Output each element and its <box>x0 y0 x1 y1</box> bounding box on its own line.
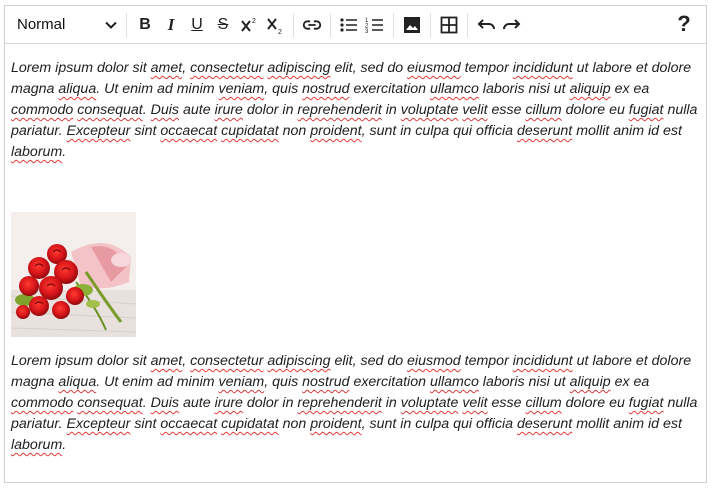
misspelled-word[interactable]: consectetur <box>190 60 263 76</box>
editor-content[interactable]: Lorem ipsum dolor sit amet, consectetur … <box>5 44 706 456</box>
misspelled-word[interactable]: cupidatat <box>221 416 279 432</box>
misspelled-word[interactable]: amet <box>151 60 183 76</box>
embedded-image[interactable] <box>10 212 137 337</box>
misspelled-word[interactable]: commodo <box>11 395 73 411</box>
redo-icon <box>503 18 521 29</box>
misspelled-word[interactable]: adipiscing <box>267 60 330 76</box>
misspelled-word[interactable]: cillum <box>525 102 561 118</box>
misspelled-word[interactable]: aliquip <box>570 374 611 390</box>
insert-table-button[interactable] <box>436 11 462 39</box>
subscript-button[interactable]: 2 <box>262 11 288 39</box>
misspelled-word[interactable]: ullamco <box>430 81 479 97</box>
strikethrough-icon: S <box>217 15 229 33</box>
format-select-value: Normal <box>17 16 66 33</box>
underline-icon: U <box>191 15 203 33</box>
misspelled-word[interactable]: fugiat <box>629 102 664 118</box>
table-icon <box>440 16 458 33</box>
paragraph-format-select[interactable]: Normal <box>17 10 121 40</box>
bullet-list-icon <box>340 17 357 32</box>
misspelled-word[interactable]: commodo <box>11 102 73 118</box>
misspelled-word[interactable]: aliqua <box>58 374 96 390</box>
misspelled-word[interactable]: Duis <box>151 102 179 118</box>
toolbar-divider <box>393 12 394 37</box>
bullet-list-button[interactable] <box>336 11 362 39</box>
misspelled-word[interactable]: irure <box>215 102 243 118</box>
misspelled-word[interactable]: veniam <box>219 81 265 97</box>
numbered-list-button[interactable]: 123 <box>362 11 388 39</box>
paragraph-1: Lorem ipsum dolor sit amet, consectetur … <box>11 60 698 160</box>
misspelled-word[interactable]: occaecat <box>160 416 217 432</box>
misspelled-word[interactable]: Excepteur <box>66 416 130 432</box>
misspelled-word[interactable]: incididunt <box>513 60 573 76</box>
misspelled-word[interactable]: voluptate <box>401 395 459 411</box>
misspelled-word[interactable]: consequat <box>77 102 142 118</box>
misspelled-word[interactable]: cillum <box>525 395 561 411</box>
misspelled-word[interactable]: Excepteur <box>66 123 130 139</box>
misspelled-word[interactable]: fugiat <box>629 395 664 411</box>
misspelled-word[interactable]: eiusmod <box>407 60 461 76</box>
toolbar-divider <box>467 12 468 37</box>
toolbar-divider <box>126 12 127 37</box>
misspelled-word[interactable]: veniam <box>219 374 265 390</box>
help-button[interactable]: ? <box>674 10 694 38</box>
misspelled-word[interactable]: occaecat <box>160 123 217 139</box>
misspelled-word[interactable]: laborum <box>11 437 62 453</box>
misspelled-word[interactable]: proident <box>310 416 361 432</box>
misspelled-word[interactable]: aliqua <box>58 81 96 97</box>
misspelled-word[interactable]: deserunt <box>517 416 572 432</box>
undo-icon <box>477 18 495 29</box>
bold-button[interactable]: B <box>132 11 158 39</box>
editor-toolbar: Normal B I U S 2 2 123 ? <box>5 6 706 44</box>
misspelled-word[interactable]: reprehenderit <box>297 102 381 118</box>
strikethrough-button[interactable]: S <box>210 11 236 39</box>
link-icon <box>302 19 322 30</box>
misspelled-word[interactable]: voluptate <box>401 102 459 118</box>
misspelled-word[interactable]: consequat <box>77 395 142 411</box>
misspelled-word[interactable]: deserunt <box>517 123 572 139</box>
subscript-icon: 2 <box>267 17 282 35</box>
paragraph-2: Lorem ipsum dolor sit amet, consectetur … <box>11 353 698 453</box>
superscript-button[interactable]: 2 <box>236 11 262 39</box>
italic-icon: I <box>167 14 175 34</box>
misspelled-word[interactable]: laborum <box>11 144 62 160</box>
svg-text:2: 2 <box>278 29 282 35</box>
rich-text-editor: Normal B I U S 2 2 123 ? Lorem ipsum dol… <box>4 5 707 483</box>
image-icon <box>404 16 420 33</box>
misspelled-word[interactable]: aliquip <box>570 81 611 97</box>
toolbar-divider <box>330 12 331 37</box>
numbered-list-icon: 123 <box>365 18 383 35</box>
misspelled-word[interactable]: adipiscing <box>267 353 330 369</box>
misspelled-word[interactable]: eiusmod <box>407 353 461 369</box>
misspelled-word[interactable]: reprehenderit <box>297 395 381 411</box>
misspelled-word[interactable]: velit <box>462 102 487 118</box>
underline-button[interactable]: U <box>184 11 210 39</box>
misspelled-word[interactable]: Duis <box>151 395 179 411</box>
misspelled-word[interactable]: amet <box>151 353 183 369</box>
svg-text:2: 2 <box>252 18 256 25</box>
italic-button[interactable]: I <box>158 11 184 39</box>
roses-bouquet-image <box>10 212 137 337</box>
misspelled-word[interactable]: incididunt <box>513 353 573 369</box>
undo-button[interactable] <box>473 11 499 39</box>
misspelled-word[interactable]: nostrud <box>302 374 349 390</box>
link-button[interactable] <box>299 11 325 39</box>
insert-image-button[interactable] <box>399 11 425 39</box>
chevron-down-icon <box>105 21 117 29</box>
misspelled-word[interactable]: velit <box>462 395 487 411</box>
misspelled-word[interactable]: consectetur <box>190 353 263 369</box>
toolbar-divider <box>430 12 431 37</box>
svg-text:3: 3 <box>365 29 369 35</box>
toolbar-divider <box>293 12 294 37</box>
superscript-icon: 2 <box>241 18 256 32</box>
misspelled-word[interactable]: irure <box>215 395 243 411</box>
misspelled-word[interactable]: nostrud <box>302 81 349 97</box>
misspelled-word[interactable]: cupidatat <box>221 123 279 139</box>
misspelled-word[interactable]: proident <box>310 123 361 139</box>
redo-button[interactable] <box>499 11 525 39</box>
bold-icon: B <box>139 15 151 33</box>
misspelled-word[interactable]: ullamco <box>430 374 479 390</box>
